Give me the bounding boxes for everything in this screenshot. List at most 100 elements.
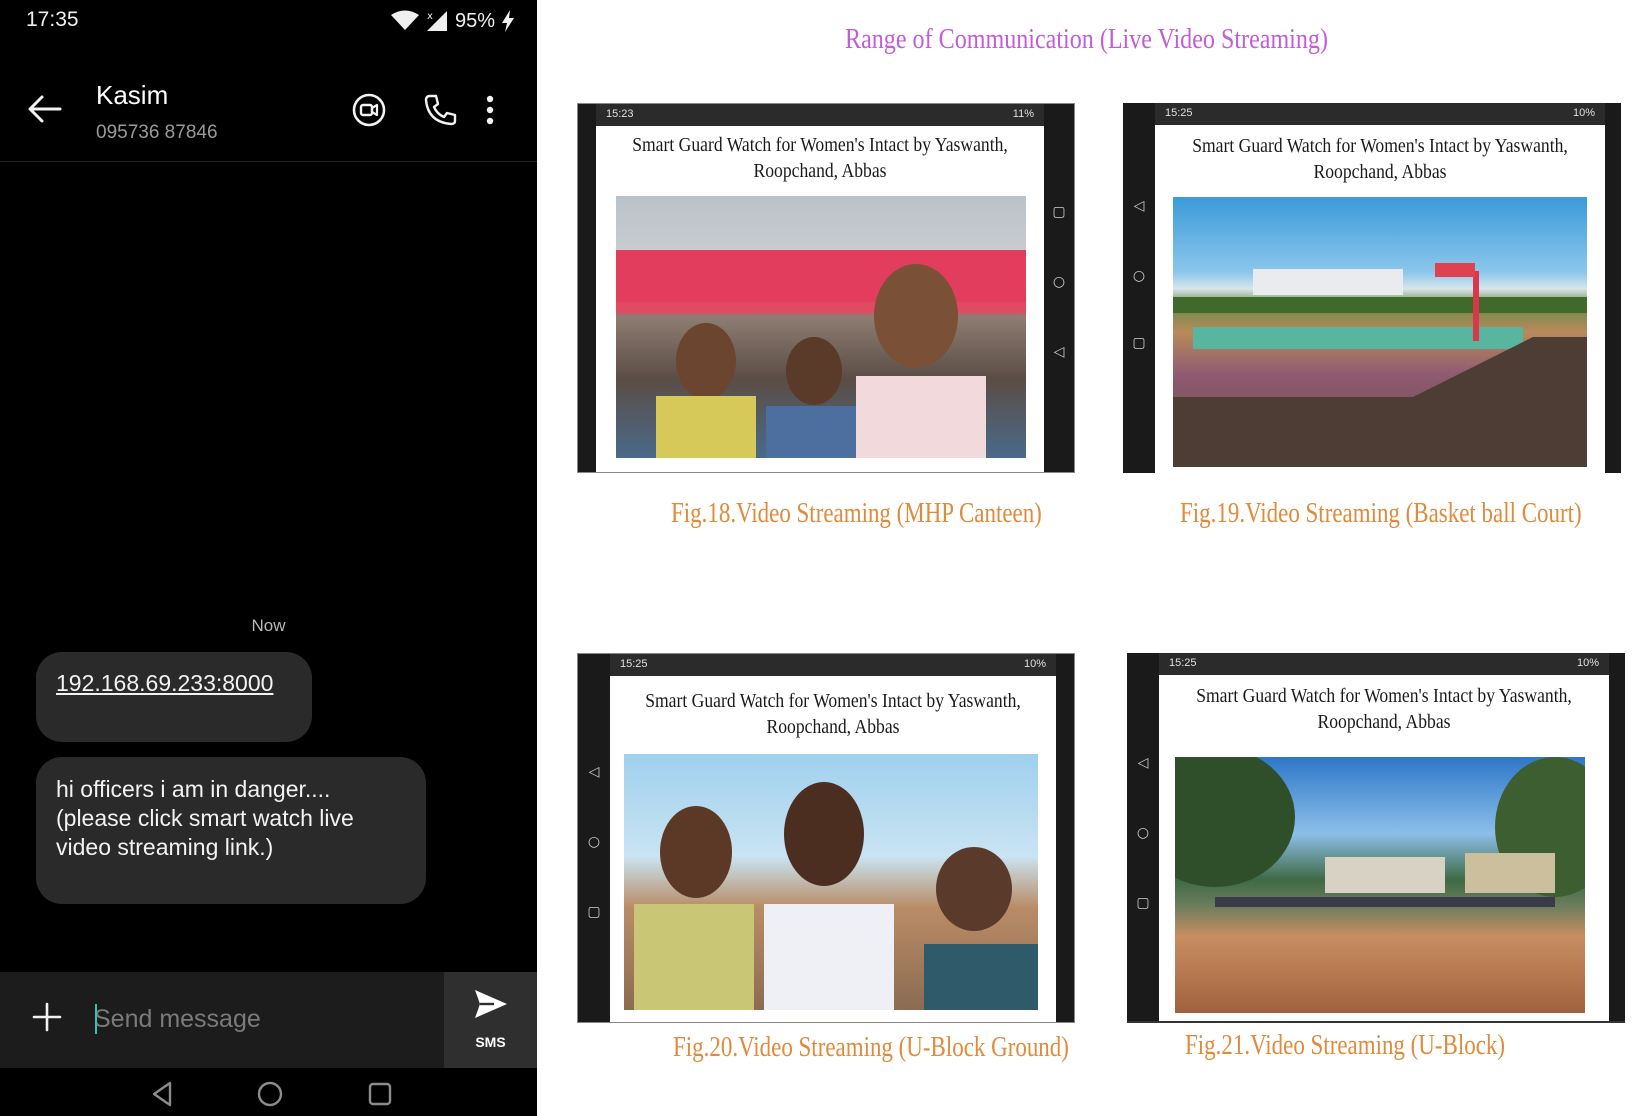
video-frame-basketball-court	[1173, 197, 1587, 467]
heading-line: Smart Guard Watch for Women's Intact by …	[645, 690, 1021, 712]
status-bar: 17:35 x 95%	[0, 0, 537, 44]
figure-21-caption: Fig.21.Video Streaming (U-Block)	[1185, 1030, 1506, 1061]
document-title: Range of Communication (Live Video Strea…	[845, 24, 1328, 55]
arrow-left-icon	[28, 95, 62, 123]
phone-call-button[interactable]	[418, 88, 462, 132]
screenshot-status-bar: 15:25 10%	[1159, 653, 1609, 675]
more-vertical-icon	[486, 95, 494, 125]
screenshot-battery: 10%	[1572, 107, 1595, 119]
figure-19-screenshot: ◁ ○ ▢ 15:25 10% Smart Guard Watch for Wo…	[1123, 103, 1621, 473]
nav-circle-icon: ○	[1136, 825, 1150, 841]
heading-line: Roopchand, Abbas	[1313, 161, 1447, 183]
text-cursor	[95, 1004, 97, 1034]
messaging-screen: 17:35 x 95% Kasim 095736 87846 Now 192.1…	[0, 0, 537, 1116]
figure-19-caption: Fig.19.Video Streaming (Basket ball Cour…	[1180, 498, 1582, 529]
nav-triangle-icon: ◁	[1137, 755, 1149, 771]
screenshot-time: 15:25	[1165, 107, 1193, 119]
battery-percentage: 95%	[454, 9, 495, 32]
add-attachment-button[interactable]	[32, 1002, 64, 1034]
message-line: hi officers i am in danger....	[56, 776, 331, 802]
nav-circle-icon: ○	[1132, 268, 1146, 284]
nav-back-icon[interactable]	[148, 1080, 176, 1108]
video-frame-selfie-canteen	[616, 196, 1026, 458]
video-frame-figures	[616, 250, 1026, 458]
video-frame-scene	[1173, 263, 1587, 467]
screenshot-right-bar	[1605, 103, 1621, 473]
video-camera-icon	[352, 93, 386, 127]
figure-18-screenshot: ▢ ○ ◁ 15:23 11% Smart Guard Watch for Wo…	[577, 103, 1075, 473]
document-panel: Range of Communication (Live Video Strea…	[537, 0, 1636, 1116]
screenshot-heading: Smart Guard Watch for Women's Intact by …	[1186, 683, 1582, 735]
nav-square-icon: ▢	[1132, 335, 1146, 351]
screenshot-nav-bar: ◁ ○ ▢	[578, 654, 610, 1022]
charging-bolt-icon	[502, 10, 514, 32]
nav-home-icon[interactable]	[256, 1080, 284, 1108]
nav-square-icon: ▢	[587, 904, 601, 920]
figure-20-caption: Fig.20.Video Streaming (U-Block Ground)	[673, 1032, 1069, 1063]
figure-18-caption: Fig.18.Video Streaming (MHP Canteen)	[671, 498, 1042, 529]
streaming-link[interactable]: 192.168.69.233:8000	[56, 670, 273, 696]
nav-triangle-icon: ◁	[1053, 344, 1065, 360]
more-options-button[interactable]	[478, 88, 502, 132]
send-icon	[475, 990, 507, 1018]
nav-triangle-icon: ◁	[1133, 198, 1145, 214]
screenshot-heading: Smart Guard Watch for Women's Intact by …	[1182, 133, 1578, 185]
nav-circle-icon: ○	[1052, 274, 1066, 290]
screenshot-time: 15:25	[1169, 657, 1197, 669]
nav-triangle-icon: ◁	[588, 764, 600, 780]
figure-20-screenshot: ◁ ○ ▢ 15:25 10% Smart Guard Watch for Wo…	[577, 653, 1075, 1023]
screenshot-status-bar: 15:25 10%	[1155, 103, 1605, 125]
screenshot-time: 15:23	[606, 108, 634, 120]
svg-text:x: x	[427, 11, 433, 22]
nav-circle-icon: ○	[587, 834, 601, 850]
screenshot-time: 15:25	[620, 658, 648, 670]
contact-number: 095736 87846	[96, 122, 218, 143]
message-composer: SMS	[0, 972, 537, 1068]
conversation-header: Kasim 095736 87846	[0, 58, 537, 162]
video-frame-figures	[634, 782, 1038, 1010]
heading-line: Roopchand, Abbas	[766, 716, 900, 738]
contact-name: Kasim	[96, 80, 169, 110]
video-call-button[interactable]	[347, 88, 391, 132]
screenshot-battery: 10%	[1023, 658, 1046, 670]
nav-recents-icon[interactable]	[366, 1080, 394, 1108]
cellular-signal-icon: x	[426, 11, 447, 31]
video-frame-selfie-ground	[624, 754, 1038, 1010]
message-input[interactable]	[94, 994, 430, 1044]
screenshot-right-bar	[1609, 653, 1625, 1021]
screenshot-status-bar: 15:23 11%	[596, 104, 1044, 126]
message-bubble-text: hi officers i am in danger.... (please c…	[36, 757, 426, 904]
video-frame-u-block	[1175, 757, 1585, 1013]
heading-line: Smart Guard Watch for Women's Intact by …	[632, 134, 1008, 156]
message-line: (please click smart watch live	[56, 805, 354, 831]
screenshot-nav-bar: ◁ ○ ▢	[1127, 653, 1159, 1021]
heading-line: Roopchand, Abbas	[753, 160, 887, 182]
system-navigation-bar	[0, 1068, 537, 1116]
message-line: video streaming link.)	[56, 834, 274, 860]
screenshot-left-bar	[578, 104, 596, 472]
send-label: SMS	[475, 1034, 506, 1050]
message-timestamp: Now	[251, 616, 286, 635]
screenshot-nav-bar: ▢ ○ ◁	[1044, 104, 1074, 472]
screenshot-heading: Smart Guard Watch for Women's Intact by …	[623, 132, 1017, 184]
message-bubble-link: 192.168.69.233:8000	[36, 652, 312, 742]
heading-line: Smart Guard Watch for Women's Intact by …	[1196, 685, 1572, 707]
screenshot-heading: Smart Guard Watch for Women's Intact by …	[637, 688, 1029, 740]
status-time: 17:35	[26, 8, 79, 31]
screenshot-status-bar: 15:25 10%	[610, 654, 1056, 676]
video-frame-scene	[1175, 757, 1585, 907]
screenshot-battery: 11%	[1012, 108, 1034, 120]
wifi-icon	[390, 10, 419, 30]
back-button[interactable]	[26, 94, 66, 130]
send-sms-button[interactable]: SMS	[444, 972, 537, 1068]
nav-square-icon: ▢	[1052, 204, 1066, 220]
phone-icon	[424, 94, 457, 126]
heading-line: Roopchand, Abbas	[1317, 711, 1451, 733]
heading-line: Smart Guard Watch for Women's Intact by …	[1192, 135, 1568, 157]
screenshot-right-bar	[1056, 654, 1074, 1022]
nav-square-icon: ▢	[1136, 895, 1150, 911]
screenshot-nav-bar: ◁ ○ ▢	[1123, 103, 1155, 473]
screenshot-battery: 10%	[1576, 657, 1599, 669]
plus-icon	[32, 1002, 62, 1032]
figure-21-screenshot: ◁ ○ ▢ 15:25 10% Smart Guard Watch for Wo…	[1127, 653, 1625, 1023]
